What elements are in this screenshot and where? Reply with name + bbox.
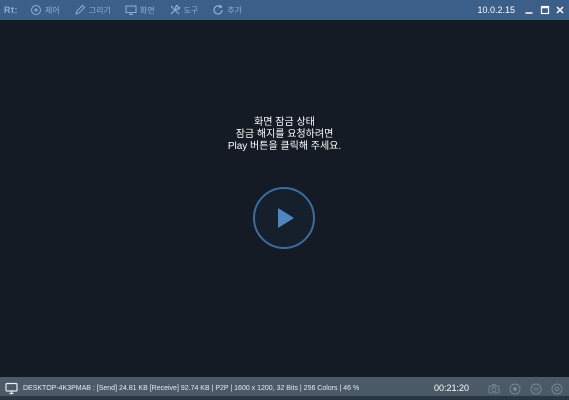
tools-icon	[170, 4, 180, 15]
version-label: 10.0.2.15	[477, 5, 515, 15]
close-icon	[556, 6, 564, 14]
play-icon	[278, 208, 294, 228]
menu-control-label: 제어	[45, 5, 60, 15]
menu-screen[interactable]: 화면	[125, 0, 155, 20]
minimize-button[interactable]	[522, 3, 536, 17]
pen-icon	[74, 4, 85, 15]
menu-tools-label: 도구	[183, 5, 199, 15]
menu-screen-label: 화면	[139, 5, 155, 15]
close-button[interactable]	[553, 3, 567, 17]
remote-screen-area: 화면 잠금 상태 잠금 해지를 요청하려면 Play 버튼을 클릭해 주세요.	[0, 20, 569, 377]
title-bar: Rt: 제어 그리기 화면 도구 추가 10.0.2.15	[0, 0, 569, 20]
menu-add-label: 추가	[227, 5, 243, 15]
app-logo: Rt:	[4, 5, 18, 15]
menu-draw[interactable]: 그리기	[74, 0, 111, 20]
menu-add[interactable]: 추가	[212, 0, 242, 20]
menu-tools[interactable]: 도구	[169, 0, 199, 20]
menu-draw-label: 그리기	[88, 5, 111, 15]
lock-message-line2: 잠금 해지를 요청하려면	[235, 129, 334, 140]
monitor-icon	[125, 5, 137, 15]
menu-control[interactable]: 제어	[30, 0, 60, 20]
connection-info: DESKTOP-4K3PMAB : [Send] 24.81 KB [Recei…	[23, 385, 360, 392]
lock-message-line1: 화면 잠금 상태	[254, 117, 315, 128]
capture-button[interactable]	[487, 382, 500, 395]
pause-icon	[530, 383, 541, 394]
lock-message: 화면 잠금 상태 잠금 해지를 요청하려면 Play 버튼을 클릭해 주세요.	[0, 117, 569, 153]
record-icon	[509, 383, 520, 394]
refresh-icon	[213, 4, 223, 15]
minimize-icon	[525, 12, 533, 14]
control-icon	[31, 5, 41, 15]
record-button[interactable]	[508, 382, 521, 395]
pause-button[interactable]	[529, 382, 542, 395]
play-button[interactable]	[253, 187, 315, 249]
gear-icon	[551, 383, 562, 394]
background-desktop-strip	[0, 396, 569, 400]
camera-icon	[488, 383, 499, 393]
lock-message-line3: Play 버튼을 클릭해 주세요.	[227, 141, 342, 152]
monitor-icon	[5, 382, 18, 395]
maximize-button[interactable]	[538, 3, 552, 17]
maximize-icon	[540, 5, 550, 15]
settings-button[interactable]	[550, 382, 563, 395]
